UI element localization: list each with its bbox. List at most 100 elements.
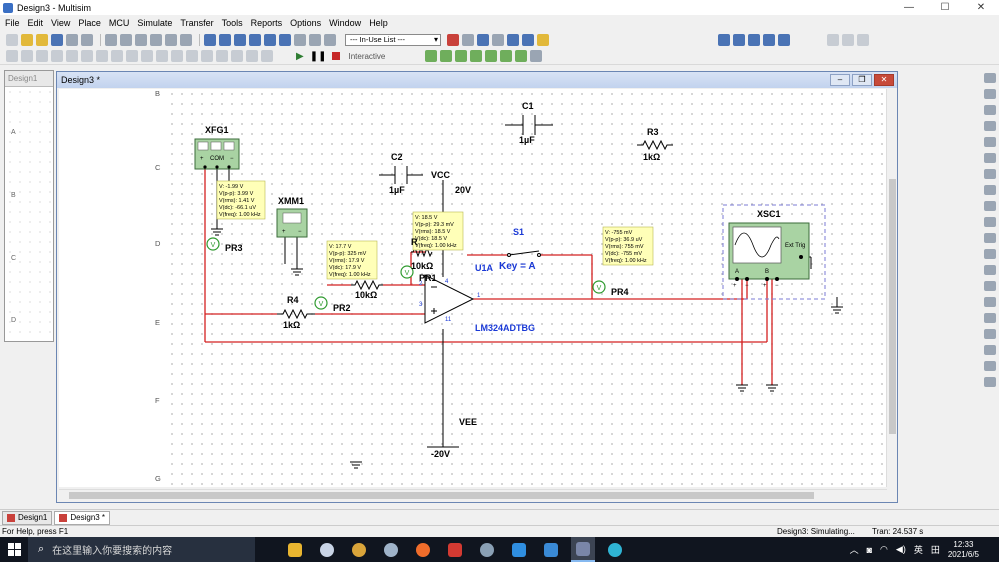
taskbar-vscode[interactable] <box>507 537 531 562</box>
zoom-area-icon[interactable] <box>748 33 760 46</box>
taskbar-file-explorer[interactable] <box>283 537 307 562</box>
component-wizard-icon[interactable] <box>279 33 291 46</box>
probe-current-icon[interactable] <box>440 50 453 62</box>
rf-icon[interactable] <box>201 50 213 62</box>
order-icon[interactable] <box>857 33 869 46</box>
ttl-icon[interactable] <box>111 50 123 62</box>
database-manager-icon[interactable] <box>264 33 276 46</box>
menu-edit[interactable]: Edit <box>28 18 44 28</box>
taskbar-app-4[interactable] <box>379 537 403 562</box>
gear-icon[interactable] <box>530 50 543 62</box>
measurement-probe-icon[interactable] <box>984 361 996 371</box>
redo-icon[interactable] <box>180 33 192 46</box>
grapher-icon[interactable] <box>249 33 261 46</box>
erc-icon[interactable] <box>309 33 321 46</box>
print-preview-icon[interactable] <box>81 33 93 46</box>
distortion-analyzer-icon[interactable] <box>984 249 996 259</box>
probe-digital-icon[interactable] <box>500 50 513 62</box>
find-examples-icon[interactable] <box>507 33 519 46</box>
postprocessor-icon[interactable] <box>294 33 306 46</box>
pr2-probe[interactable]: V <box>314 296 328 310</box>
delete-icon[interactable] <box>150 33 162 46</box>
capture-screen-icon[interactable] <box>462 33 474 46</box>
function-generator-xfg1[interactable] <box>194 138 240 170</box>
copy-icon[interactable] <box>120 33 132 46</box>
probe-voltage-icon[interactable] <box>425 50 438 62</box>
agilent-generator-icon[interactable] <box>984 297 996 307</box>
in-use-list-select[interactable]: --- In-Use List --- <box>345 33 441 46</box>
save-icon[interactable] <box>51 33 63 46</box>
misc-icon[interactable] <box>186 50 198 62</box>
oscilloscope-xsc1[interactable] <box>722 204 826 300</box>
word-generator-icon[interactable] <box>984 185 996 195</box>
power-icon[interactable] <box>171 50 183 62</box>
horizontal-scroll-thumb[interactable] <box>69 492 814 499</box>
electrical-rules-check-icon[interactable] <box>447 33 459 46</box>
undo-icon[interactable] <box>165 33 177 46</box>
spectrum-analyzer-icon[interactable] <box>984 265 996 275</box>
cut-icon[interactable] <box>105 33 117 46</box>
transfer-icon[interactable] <box>324 33 336 46</box>
probe-diff-icon[interactable] <box>470 50 483 62</box>
interactive-mode-label[interactable]: Interactive <box>348 52 385 61</box>
probe-power-icon[interactable] <box>455 50 468 62</box>
network-analyzer-icon[interactable] <box>984 281 996 291</box>
forward-annotate-icon[interactable] <box>492 33 504 46</box>
distribute-icon[interactable] <box>842 33 854 46</box>
input-language[interactable]: 英 <box>914 543 923 556</box>
zoom-in-icon[interactable] <box>718 33 730 46</box>
menu-tools[interactable]: Tools <box>222 18 243 28</box>
logic-analyzer-icon[interactable] <box>984 217 996 227</box>
probe-ref-icon[interactable] <box>485 50 498 62</box>
zoom-out-icon[interactable] <box>733 33 745 46</box>
back-annotate-icon[interactable] <box>477 33 489 46</box>
align-icon[interactable] <box>827 33 839 46</box>
taskbar-app-6[interactable] <box>443 537 467 562</box>
transistor-icon[interactable] <box>81 50 93 62</box>
chevron-up-icon[interactable]: ︿ <box>850 543 859 556</box>
taskbar-clock[interactable]: 12:33 2021/6/5 <box>948 540 979 560</box>
help-icon[interactable] <box>537 33 549 46</box>
mixed-icon[interactable] <box>141 50 153 62</box>
logic-converter-icon[interactable] <box>984 201 996 211</box>
run-simulation-icon[interactable]: ▶ <box>296 51 304 62</box>
connector-icon[interactable] <box>261 50 273 62</box>
education-icon[interactable] <box>522 33 534 46</box>
analog-icon[interactable] <box>96 50 108 62</box>
print-icon[interactable] <box>66 33 78 46</box>
menu-transfer[interactable]: Transfer <box>180 18 213 28</box>
maximize-button[interactable]: ☐ <box>927 0 963 15</box>
tab-design1[interactable]: Design1 <box>2 510 53 525</box>
pr4-probe[interactable]: V <box>592 280 606 294</box>
spreadsheet-view-icon[interactable] <box>234 33 246 46</box>
input-mode-icon[interactable]: 田 <box>931 543 940 556</box>
minimize-button[interactable]: — <box>891 0 927 15</box>
taskbar-app-9[interactable] <box>539 537 563 562</box>
new-file-icon[interactable] <box>6 33 18 46</box>
design-toolbox-icon[interactable] <box>219 33 231 46</box>
schematic-canvas[interactable]: V V V V XFG1 COM + − XMM1 + − C1 1µF C2 … <box>167 89 887 487</box>
source-icon[interactable] <box>36 50 48 62</box>
open-samples-icon[interactable] <box>36 33 48 46</box>
diode-icon[interactable] <box>66 50 78 62</box>
taskbar-search-box[interactable]: ⌕ 在这里输入你要搜索的内容 <box>28 537 255 562</box>
pr3-probe[interactable]: V <box>206 237 220 251</box>
probe-settings-icon[interactable] <box>515 50 528 62</box>
menu-reports[interactable]: Reports <box>251 18 283 28</box>
vertical-scroll-thumb[interactable] <box>889 179 896 434</box>
menu-place[interactable]: Place <box>78 18 101 28</box>
basic-icon[interactable] <box>51 50 63 62</box>
frequency-counter-icon[interactable] <box>984 169 996 179</box>
menu-options[interactable]: Options <box>290 18 321 28</box>
taskbar-multisim[interactable] <box>571 537 595 562</box>
mcu-icon[interactable] <box>231 50 243 62</box>
taskbar-firefox[interactable] <box>411 537 435 562</box>
paste-icon[interactable] <box>135 33 147 46</box>
iv-analyzer-icon[interactable] <box>984 233 996 243</box>
zoom-sheet-icon[interactable] <box>763 33 775 46</box>
bode-plotter-icon[interactable] <box>984 153 996 163</box>
volume-icon[interactable]: ◀) <box>896 544 906 555</box>
wattmeter-icon[interactable] <box>984 105 996 115</box>
pause-simulation-icon[interactable]: ❚❚ <box>310 51 327 62</box>
electromechanical-icon[interactable] <box>216 50 228 62</box>
